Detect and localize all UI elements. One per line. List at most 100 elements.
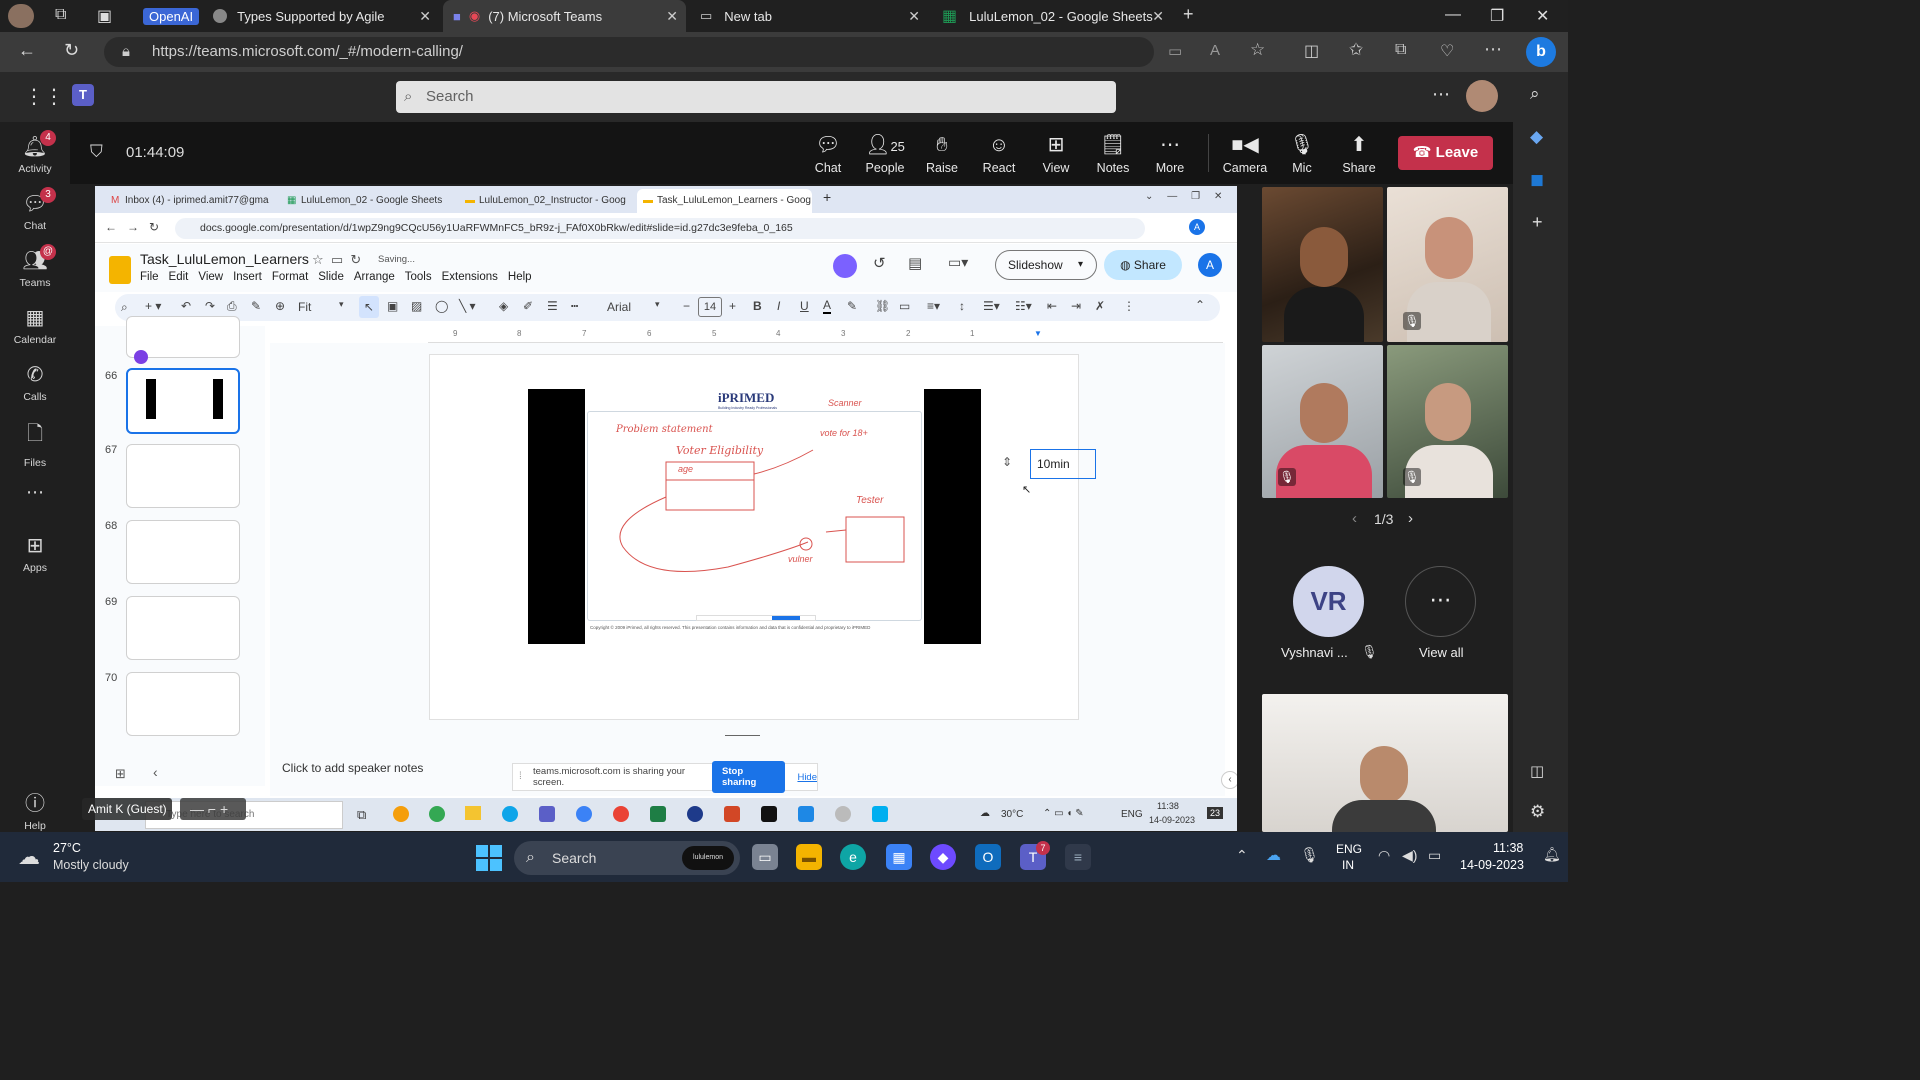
store-icon[interactable]: ▦ [886,844,912,870]
right-black-bar [924,389,981,644]
notes-button[interactable]: 🗒︎ Notes [1088,132,1138,175]
user-avatar[interactable] [1466,80,1498,112]
rail-item-chat[interactable]: 💬︎ 3 Chat [0,187,70,232]
copilot-app-icon[interactable]: ◆ [930,844,956,870]
file-explorer-icon[interactable]: ▬ [796,844,822,870]
menu-slide: Slide [318,271,344,283]
url-field[interactable]: 🔒︎ https://teams.microsoft.com/_#/modern… [104,37,1154,67]
mic-button[interactable]: 🎙︎ Mic [1277,132,1327,175]
taskbar-search[interactable]: ⌕ Search lululemon [514,841,740,875]
workspaces-icon[interactable]: ⧉ [55,6,66,24]
browser-tab-newtab[interactable]: ▭ New tab ✕ [690,0,928,32]
sidebar-settings-icon[interactable]: ⚙ [1530,802,1545,822]
onedrive-icon[interactable]: ☁ [1266,846,1281,864]
participant-avatar[interactable]: VR [1293,566,1364,637]
phone-hangup-icon: ☎ [1412,144,1436,161]
menu-extensions: Extensions [441,271,498,283]
view-button[interactable]: ⊞ View [1031,132,1081,175]
share-button[interactable]: ⬆ Share [1334,132,1384,175]
language-primary[interactable]: ENG [1336,842,1362,856]
back-arrow-icon[interactable]: ← [18,40,36,61]
battery-icon[interactable]: ▭ [1428,847,1441,864]
clock-time[interactable]: 11:38 [1493,841,1523,855]
share-doc-button: ◍ Share [1104,250,1182,280]
sidebar-hide-icon[interactable]: ◫ [1530,762,1544,780]
microphone-icon[interactable]: 🎙︎ [1300,846,1319,864]
lock-icon: 🔒︎ [122,43,130,60]
next-page-icon[interactable]: › [1408,510,1413,527]
collections-icon[interactable]: ⧉ [1395,41,1406,59]
browser-tab-sheets[interactable]: ▦ LuluLemon_02 - Google Sheets ✕ [932,0,1172,32]
edge-icon[interactable]: e [840,844,866,870]
zoom-controls[interactable]: — ⌐ + [180,798,246,820]
leave-button[interactable]: ☎ Leave [1398,136,1493,170]
chat-button[interactable]: 💬︎ Chat [803,132,853,175]
participant-video-tile[interactable] [1262,187,1383,342]
participant-video-tile[interactable]: 🎙︎ [1262,345,1383,498]
wifi-icon[interactable]: ◠ [1378,847,1390,864]
show-hidden-icons[interactable]: ⌃ [1236,847,1248,864]
copilot-icon[interactable]: ◆ [1530,127,1543,147]
rail-item-calendar[interactable]: ▦ Calendar [0,305,70,346]
view-all-button[interactable]: ⋯ [1405,566,1476,637]
profile-avatar[interactable] [8,4,34,28]
menu-edit: Edit [168,271,189,283]
split-screen-icon[interactable]: ◫ [1304,41,1319,61]
more-options-icon[interactable]: ⋯ [1484,39,1502,60]
rail-item-teams[interactable]: 👥︎ @ Teams [0,244,70,289]
people-button[interactable]: 👤︎25 People [860,132,910,175]
self-video-tile[interactable] [1262,694,1508,832]
chevron-down-icon: ▾ [1078,259,1084,270]
participant-video-tile[interactable]: 🎙︎ [1387,345,1508,498]
rail-item-activity[interactable]: 🔔︎ 4 Activity [0,130,70,175]
favorite-star-icon[interactable]: ☆ [1250,40,1265,60]
camera-permission-icon[interactable]: ▭ [1168,42,1182,60]
gmail-icon: M [111,195,120,206]
numbered-list-icon: ☷▾ [1015,299,1032,313]
participant-face [1360,746,1408,804]
teams-icon [539,806,555,822]
minimize-button[interactable]: — [1445,6,1461,24]
rail-item-files[interactable]: 🗋︎ Files [0,419,70,469]
new-slide-icon: + ▾ [145,299,162,313]
close-tab-icon[interactable]: ✕ [666,8,678,25]
volume-icon[interactable]: ◀︎) [1402,847,1417,864]
outlook-app-icon[interactable]: O [975,844,1001,870]
restore-button[interactable]: ❐ [1490,6,1504,26]
tab-actions-icon[interactable]: ▣ [97,6,112,26]
sidebar-search-icon[interactable]: ⌕ [1530,84,1540,104]
prev-page-icon[interactable]: ‹ [1352,510,1357,527]
close-tab-icon[interactable]: ✕ [1152,8,1164,25]
browser-tab-agile[interactable]: OpenAI Types Supported by Agile ✕ [133,0,439,32]
bing-icon[interactable]: b [1526,37,1556,67]
participant-video-tile[interactable]: 🎙︎ [1387,187,1508,342]
tab-title: (7) Microsoft Teams [488,8,603,24]
rail-more-icon[interactable]: ⋯ [0,482,70,503]
app-icon[interactable]: ≡ [1065,844,1091,870]
windows-start-icon[interactable] [476,845,502,871]
camera-button[interactable]: ■◀ Camera [1220,132,1270,175]
raise-hand-button[interactable]: ✋︎ Raise [917,132,967,175]
favorites-icon[interactable]: ✩ [1349,40,1363,60]
task-view-icon[interactable]: ▭ [752,844,778,870]
rail-item-apps[interactable]: ⊞ Apps [0,533,70,574]
performance-icon[interactable]: ♡ [1440,41,1454,61]
rail-item-help[interactable]: ⓘ Help [0,787,70,832]
outlook-icon[interactable]: ◼ [1530,170,1544,190]
notifications-icon[interactable]: 🔔︎ [1543,846,1561,863]
more-button[interactable]: ⋯ More [1145,132,1195,175]
add-sidebar-app-icon[interactable]: + [1532,212,1543,233]
close-tab-icon[interactable]: ✕ [419,8,431,25]
settings-more-icon[interactable]: ⋯ [1432,84,1450,105]
tab-group-label[interactable]: OpenAI [143,7,200,25]
close-window-button[interactable]: ✕ [1536,6,1549,26]
read-aloud-icon[interactable]: A [1210,42,1220,59]
browser-tab-teams[interactable]: ■ ◉ (7) Microsoft Teams ✕ [443,0,686,32]
refresh-icon[interactable]: ↻ [64,40,79,61]
tray-icons: ⌃ ▭ ◖ ✎ [1043,808,1084,819]
rail-item-calls[interactable]: ✆ Calls [0,362,70,403]
new-tab-button[interactable]: + [1183,4,1194,25]
search-input[interactable]: ⌕ Search [396,81,1116,113]
react-button[interactable]: ☺ React [974,132,1024,175]
close-tab-icon[interactable]: ✕ [908,8,920,25]
